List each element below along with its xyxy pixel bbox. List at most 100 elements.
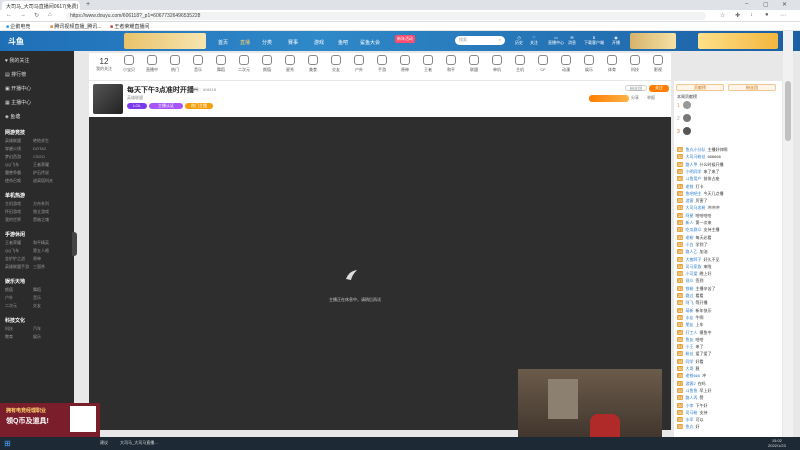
sidebar-item-anchor-center[interactable]: ▦ 主播中心	[5, 99, 31, 106]
sidebar-category-link[interactable]: 王者荣耀	[33, 162, 49, 168]
chat-username[interactable]: 路人乙	[685, 249, 697, 254]
chat-username[interactable]: 鱼丸	[685, 424, 693, 429]
sidebar-category-link[interactable]: 户外	[5, 295, 13, 301]
nav-link-events[interactable]: 赛事	[288, 39, 298, 46]
sidebar-category-link[interactable]: 和平精英	[33, 240, 49, 246]
sidebar-category-link[interactable]: 独立游戏	[33, 209, 49, 215]
promo-chip[interactable]	[589, 95, 629, 102]
report-button[interactable]: 举报	[647, 95, 655, 101]
maximize-icon[interactable]: ▢	[763, 1, 769, 8]
sidebar-category-link[interactable]: 三国杀	[33, 264, 45, 270]
sidebar-collapse-handle[interactable]	[72, 232, 77, 256]
category-item[interactable]: 舞蹈	[209, 55, 233, 73]
chat-username[interactable]: 游客2	[685, 381, 695, 386]
chat-username[interactable]: 大猪蹄子	[685, 257, 701, 262]
category-item[interactable]: 和平	[439, 55, 463, 73]
chat-username[interactable]: 路人丙	[685, 395, 697, 400]
chat-username[interactable]: 大司马粉丝	[685, 154, 705, 159]
category-item[interactable]: 影视	[646, 55, 670, 73]
chat-username[interactable]: 斗鱼鱼	[685, 388, 697, 393]
taskbar-app-1[interactable]: 建议	[100, 440, 108, 446]
sidebar-category-link[interactable]: 使命召唤	[5, 178, 21, 184]
category-item[interactable]: 体育	[600, 55, 624, 73]
chat-username[interactable]: 粉丝	[685, 351, 693, 356]
chat-username[interactable]: 小王	[685, 344, 693, 349]
sidebar-category-link[interactable]: 逃离塔科夫	[33, 178, 53, 184]
sidebar-category-link[interactable]: 教育	[5, 334, 13, 340]
downloads-icon[interactable]: ↓	[750, 12, 753, 18]
category-item[interactable]: 手游	[370, 55, 394, 73]
new-tab-icon[interactable]: +	[86, 1, 94, 9]
category-item[interactable]: 美食	[301, 55, 325, 73]
category-item[interactable]: CF	[531, 55, 555, 72]
chat-username[interactable]: 新人	[685, 220, 693, 225]
sidebar-category-link[interactable]: 我的世界	[5, 217, 21, 223]
chat-username[interactable]: 萌新	[685, 308, 693, 313]
live-center-button[interactable]: ▭ 直播中心	[548, 35, 564, 46]
sidebar-item-stream-center[interactable]: ▣ 开播中心	[5, 85, 31, 92]
chat-username[interactable]: 观众	[685, 278, 693, 283]
start-stream-button[interactable]: ◉ 开播	[612, 35, 620, 46]
fans-club-button[interactable]: 粉丝团	[625, 85, 647, 91]
chat-username[interactable]: 老铁	[685, 184, 693, 189]
chat-username[interactable]: 吃瓜群众	[685, 227, 701, 232]
chat-username[interactable]: 司马家族	[685, 264, 701, 269]
chat-username[interactable]: 水友	[685, 315, 693, 320]
category-item[interactable]: 星秀	[278, 55, 302, 73]
scrollbar-thumb[interactable]	[785, 81, 791, 141]
event-promo-banner[interactable]	[698, 33, 778, 49]
category-item[interactable]: 颜值	[255, 55, 279, 73]
category-item[interactable]: 户外	[347, 55, 371, 73]
chat-username[interactable]: 鱼友	[685, 337, 693, 342]
chat-username[interactable]: 同学	[685, 359, 693, 364]
category-item[interactable]: 单机	[485, 55, 509, 73]
chat-username[interactable]: 鱼吧吧主	[685, 191, 701, 196]
sidebar-item-following[interactable]: ♥ 我的关注	[5, 57, 29, 64]
room-category[interactable]: 英雄联盟	[127, 95, 143, 101]
sidebar-category-link[interactable]: 王者荣耀	[5, 240, 21, 246]
close-icon[interactable]: ✕	[782, 1, 787, 8]
corner-advertisement[interactable]: 拥有电竞经理职业 领Q币及道具!	[0, 403, 100, 437]
bookmark-2[interactable]: ■ 腾讯视频直播_腾讯...	[50, 23, 101, 30]
sidebar-category-link[interactable]: 炉石传说	[33, 170, 49, 176]
sidebar-category-link[interactable]: 主机游戏	[5, 201, 21, 207]
chat-username[interactable]: 游客	[685, 198, 693, 203]
sidebar-category-link[interactable]: 怀旧游戏	[5, 209, 21, 215]
new-event-badge[interactable]: 新年活动	[395, 35, 415, 43]
category-item[interactable]: 小宝贝	[117, 55, 141, 73]
category-item[interactable]: 热门	[163, 55, 187, 73]
search-icon[interactable]: ⌕	[499, 37, 501, 42]
chat-username[interactable]: 大哥	[685, 366, 693, 371]
sidebar-category-link[interactable]: 英雄联盟	[5, 138, 21, 144]
bookmark-star-icon[interactable]: ☆	[720, 12, 725, 19]
browser-tab-active[interactable]: 大司马_大司马直播间0617(免费)	[2, 1, 80, 10]
site-logo[interactable]: 斗鱼	[8, 36, 40, 46]
category-item[interactable]: 二次元	[232, 55, 256, 73]
sidebar-category-link[interactable]: 梦幻西游	[5, 154, 21, 160]
category-item[interactable]: 王者	[416, 55, 440, 73]
sidebar-category-link[interactable]: 第五人格	[33, 248, 49, 254]
minimize-icon[interactable]: –	[745, 1, 748, 7]
sidebar-category-link[interactable]: QQ飞车	[5, 162, 19, 168]
category-item[interactable]: 原神	[393, 55, 417, 73]
sidebar-category-link[interactable]: QQ飞车	[5, 248, 19, 254]
chat-username[interactable]: 司马粉	[685, 410, 697, 415]
chat-username[interactable]: 路人甲	[685, 162, 697, 167]
nav-link-fishbar[interactable]: 鱼吧	[338, 39, 348, 46]
sidebar-category-link[interactable]: 英雄联盟手游	[5, 264, 29, 270]
chat-username[interactable]: 小白	[685, 242, 693, 247]
sidebar-item-ranking[interactable]: ▤ 排行榜	[5, 71, 26, 78]
sidebar-category-link[interactable]: 娱乐	[33, 334, 41, 340]
nav-link-conference[interactable]: 鲨鱼大会	[360, 39, 380, 46]
chat-username[interactable]: 水军	[685, 417, 693, 422]
chat-username[interactable]: 小明同学	[685, 169, 701, 174]
sidebar-category-link[interactable]: 二次元	[5, 303, 17, 309]
bookmark-1[interactable]: ■ 企鹅电竞	[6, 23, 30, 30]
sidebar-category-link[interactable]: 黑暗之魂	[33, 217, 49, 223]
category-item[interactable]: 动漫	[554, 55, 578, 73]
sidebar-category-link[interactable]: 魔兽争霸	[5, 170, 21, 176]
sidebar-category-link[interactable]: 交友	[33, 303, 41, 309]
reload-icon[interactable]: ↻	[34, 12, 39, 19]
sidebar-category-link[interactable]: 音乐	[33, 295, 41, 301]
nav-link-live[interactable]: 直播	[240, 39, 250, 46]
